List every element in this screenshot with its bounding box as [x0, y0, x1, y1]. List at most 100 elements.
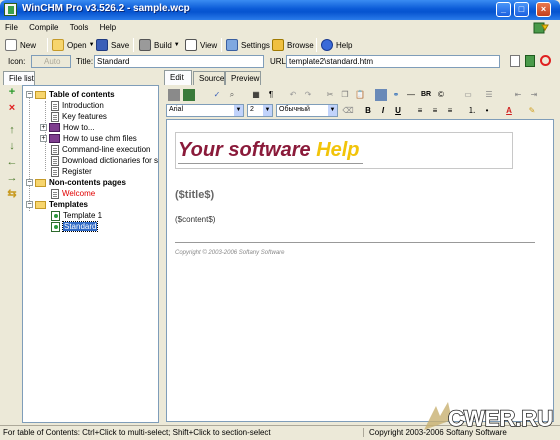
no-entry-icon[interactable] — [540, 55, 551, 66]
page-icon — [51, 166, 59, 177]
tree-node-noncontents[interactable]: − Non-contents pages — [26, 177, 126, 188]
tab-edit[interactable]: Edit — [164, 70, 192, 85]
maximize-button[interactable]: □ — [514, 2, 529, 17]
align-left-icon[interactable]: ≡ — [414, 105, 426, 117]
list-item[interactable]: Key features — [51, 111, 107, 122]
link-icon[interactable]: ⚭ — [390, 89, 402, 101]
chevron-down-icon[interactable]: ▼ — [328, 105, 337, 116]
link-icon[interactable]: ⇆ — [6, 188, 18, 200]
redo-icon[interactable]: ↷ — [302, 89, 314, 101]
list-item[interactable]: + How to use chm files — [40, 133, 137, 144]
minimize-button[interactable]: _ — [496, 2, 511, 17]
highlight-icon[interactable]: ✎ — [526, 105, 538, 117]
content-placeholder: ($content$) — [175, 215, 216, 224]
align-right-icon[interactable]: ≡ — [444, 105, 456, 117]
collapse-icon[interactable]: − — [26, 201, 33, 208]
style-select[interactable]: Обычный ▼ — [276, 104, 338, 117]
italic-icon[interactable]: I — [377, 105, 389, 117]
list-item[interactable]: Introduction — [51, 100, 104, 111]
page-icon[interactable] — [510, 55, 520, 67]
build-button[interactable]: Build ▼ — [139, 37, 180, 53]
undo-icon[interactable]: ↶ — [287, 89, 299, 101]
menu-compile[interactable]: Compile — [24, 20, 62, 32]
tree-node-toc[interactable]: − Table of contents — [26, 89, 115, 100]
eraser-icon[interactable]: ⌫ — [342, 105, 354, 117]
view-icon — [185, 39, 197, 51]
list-item[interactable]: Download dictionaries for sp — [51, 155, 158, 166]
collapse-icon[interactable]: − — [26, 91, 33, 98]
list-item[interactable]: Template 1 — [51, 210, 102, 221]
cut-icon[interactable]: ✂ — [324, 89, 336, 101]
settings-button[interactable]: Settings — [226, 37, 270, 53]
divider — [175, 242, 535, 243]
bullet-list-icon[interactable]: • — [481, 105, 493, 117]
list-item[interactable]: Command-line execution — [51, 144, 151, 155]
table-icon[interactable]: ▦ — [250, 89, 262, 101]
paragraph-icon[interactable]: ¶ — [265, 89, 277, 101]
new-button[interactable]: New — [5, 37, 36, 53]
form-icon[interactable]: ▭ — [462, 89, 474, 101]
list-item[interactable]: Standard — [51, 221, 99, 232]
copy-icon[interactable]: ❐ — [339, 89, 351, 101]
list-style-icon[interactable]: ☰ — [483, 89, 495, 101]
title-field[interactable]: Standard — [94, 55, 264, 68]
outdent-icon[interactable]: ⇤ — [512, 89, 524, 101]
tab-source[interactable]: Source — [193, 71, 225, 85]
numbered-list-icon[interactable]: ⒈ — [466, 105, 478, 117]
menu-file[interactable]: File — [0, 20, 22, 32]
chevron-down-icon[interactable]: ▼ — [89, 42, 95, 48]
move-up-icon[interactable]: ↑ — [6, 124, 18, 136]
chevron-down-icon[interactable]: ▼ — [234, 105, 243, 116]
help-button[interactable]: Help — [321, 37, 352, 53]
watermark-text: CWER.RU — [448, 406, 553, 431]
add-icon[interactable]: + — [6, 86, 18, 98]
editor-tabs: Edit Source Preview — [164, 70, 560, 85]
template-icon — [51, 210, 60, 221]
font-select[interactable]: Arial ▼ — [166, 104, 244, 117]
line-break-icon[interactable]: BR — [420, 89, 432, 101]
horizontal-rule-icon[interactable]: ― — [405, 89, 417, 101]
book-icon — [49, 123, 60, 132]
list-item[interactable]: Welcome — [51, 188, 95, 199]
tab-file-list[interactable]: File list — [3, 71, 35, 85]
bold-icon[interactable]: B — [362, 105, 374, 117]
copyright-symbol-icon[interactable]: © — [435, 89, 447, 101]
url-field[interactable]: template2\standard.htm — [286, 55, 500, 68]
find-icon[interactable]: ⌕ — [226, 89, 238, 101]
help-book-icon[interactable] — [532, 21, 550, 35]
list-item[interactable]: Register — [51, 166, 92, 177]
indent-icon[interactable]: ⇥ — [528, 89, 540, 101]
tab-preview[interactable]: Preview — [225, 71, 261, 85]
chevron-down-icon[interactable]: ▼ — [263, 105, 272, 116]
move-left-icon[interactable]: ← — [6, 156, 18, 168]
menu-help[interactable]: Help — [95, 20, 120, 32]
menu-tools[interactable]: Tools — [65, 20, 93, 32]
size-select[interactable]: 2 ▼ — [247, 104, 273, 117]
delete-icon[interactable]: × — [6, 102, 18, 114]
move-right-icon[interactable]: → — [6, 172, 18, 184]
open-button[interactable]: Open ▼ — [52, 37, 95, 53]
close-button[interactable]: × — [536, 2, 551, 17]
image-icon[interactable] — [375, 89, 387, 101]
insert-icon[interactable] — [183, 89, 195, 101]
move-down-icon[interactable]: ↓ — [6, 140, 18, 152]
spellcheck-icon[interactable]: ✓ — [211, 89, 223, 101]
view-button[interactable]: View — [185, 37, 217, 53]
font-color-icon[interactable]: A — [503, 105, 515, 117]
paste-icon[interactable]: 📋 — [354, 89, 366, 101]
align-center-icon[interactable]: ≡ — [429, 105, 441, 117]
icon-select[interactable]: Auto — [31, 55, 71, 68]
collapse-icon[interactable]: − — [26, 179, 33, 186]
folder-icon — [35, 178, 46, 187]
list-item[interactable]: + How to... — [40, 122, 95, 133]
expand-icon[interactable]: + — [40, 124, 47, 131]
refresh-icon[interactable] — [525, 55, 535, 67]
save-icon[interactable] — [168, 89, 180, 101]
save-button[interactable]: Save — [96, 37, 129, 53]
browse-button[interactable]: Browse — [272, 37, 314, 53]
expand-icon[interactable]: + — [40, 135, 47, 142]
underline-icon[interactable]: U — [392, 105, 404, 117]
chevron-down-icon[interactable]: ▼ — [174, 42, 180, 48]
editor-canvas[interactable]: Your software Help ($title$) ($content$)… — [166, 119, 554, 422]
tree-node-templates[interactable]: − Templates — [26, 199, 88, 210]
